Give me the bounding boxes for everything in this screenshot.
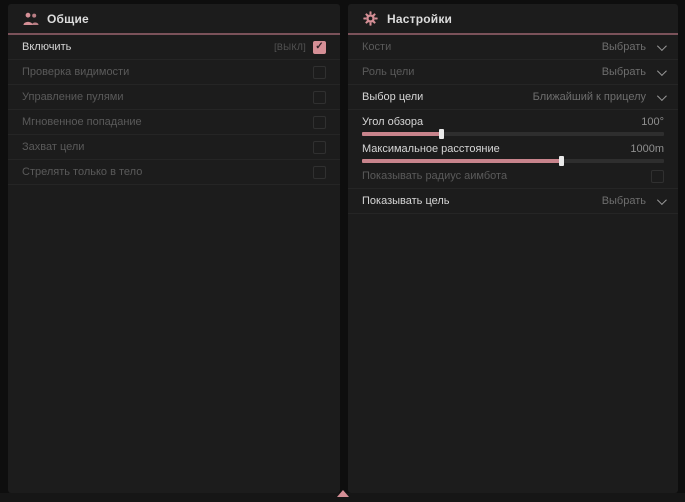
- fov-slider[interactable]: [362, 132, 664, 136]
- mod-menu: Общие Включить [ВЫКЛ] ✓ Проверка видимос…: [0, 0, 685, 502]
- instant-hit-checkbox[interactable]: [313, 116, 326, 129]
- row-target-select[interactable]: Выбор цели Ближайший к прицелу: [348, 85, 678, 110]
- check-icon: ✓: [315, 42, 323, 52]
- body-only-checkbox[interactable]: [313, 166, 326, 179]
- target-role-select-value[interactable]: Выбрать: [602, 66, 646, 78]
- row-max-distance: Максимальное расстояние 1000m: [348, 137, 678, 164]
- chevron-down-icon[interactable]: [657, 195, 667, 205]
- max-distance-value: 1000m: [630, 143, 664, 155]
- row-visibility-check[interactable]: Проверка видимости: [8, 60, 340, 85]
- visibility-check-checkbox[interactable]: [313, 66, 326, 79]
- row-fov-label: Угол обзора: [362, 116, 423, 128]
- fov-slider-thumb[interactable]: [439, 129, 444, 139]
- row-max-distance-label: Максимальное расстояние: [362, 143, 500, 155]
- row-bullet-control-label: Управление пулями: [22, 91, 124, 103]
- target-select-value[interactable]: Ближайший к прицелу: [533, 91, 646, 103]
- show-radius-checkbox[interactable]: [651, 170, 664, 183]
- max-distance-slider-thumb[interactable]: [559, 156, 564, 166]
- panel-general-title: Общие: [47, 12, 89, 26]
- users-icon: [22, 11, 39, 26]
- row-fov: Угол обзора 100°: [348, 110, 678, 137]
- row-target-lock[interactable]: Захват цели: [8, 135, 340, 160]
- panel-general: Общие Включить [ВЫКЛ] ✓ Проверка видимос…: [8, 4, 340, 493]
- chevron-up-icon[interactable]: [337, 490, 349, 497]
- panel-settings-title: Настройки: [387, 12, 452, 26]
- max-distance-slider-fill: [362, 159, 561, 163]
- settings-rows: Кости Выбрать Роль цели Выбрать Выбор це…: [348, 35, 678, 214]
- row-target-lock-label: Захват цели: [22, 141, 84, 153]
- row-target-role[interactable]: Роль цели Выбрать: [348, 60, 678, 85]
- row-enable[interactable]: Включить [ВЫКЛ] ✓: [8, 35, 340, 60]
- row-show-target-label: Показывать цель: [362, 195, 450, 207]
- row-target-role-label: Роль цели: [362, 66, 414, 78]
- fov-value: 100°: [641, 116, 664, 128]
- row-bones-label: Кости: [362, 41, 391, 53]
- gear-icon: [362, 11, 379, 26]
- bones-select-value[interactable]: Выбрать: [602, 41, 646, 53]
- fov-slider-fill: [362, 132, 441, 136]
- chevron-down-icon[interactable]: [657, 66, 667, 76]
- panel-settings-header: Настройки: [348, 4, 678, 35]
- bullet-control-checkbox[interactable]: [313, 91, 326, 104]
- chevron-down-icon[interactable]: [657, 41, 667, 51]
- enable-checkbox[interactable]: ✓: [313, 41, 326, 54]
- target-lock-checkbox[interactable]: [313, 141, 326, 154]
- row-bullet-control[interactable]: Управление пулями: [8, 85, 340, 110]
- panel-settings: Настройки Кости Выбрать Роль цели Выбрат…: [348, 4, 678, 493]
- row-bones[interactable]: Кости Выбрать: [348, 35, 678, 60]
- panel-general-header: Общие: [8, 4, 340, 35]
- row-instant-hit-label: Мгновенное попадание: [22, 116, 142, 128]
- row-show-radius[interactable]: Показывать радиус аимбота: [348, 164, 678, 189]
- show-target-select-value[interactable]: Выбрать: [602, 195, 646, 207]
- row-body-only-label: Стрелять только в тело: [22, 166, 142, 178]
- chevron-down-icon[interactable]: [657, 91, 667, 101]
- row-body-only[interactable]: Стрелять только в тело: [8, 160, 340, 185]
- row-target-select-label: Выбор цели: [362, 91, 423, 103]
- row-show-target[interactable]: Показывать цель Выбрать: [348, 189, 678, 214]
- row-enable-keybind: [ВЫКЛ]: [274, 42, 306, 52]
- general-rows: Включить [ВЫКЛ] ✓ Проверка видимости Упр…: [8, 35, 340, 185]
- row-instant-hit[interactable]: Мгновенное попадание: [8, 110, 340, 135]
- row-show-radius-label: Показывать радиус аимбота: [362, 170, 507, 182]
- row-enable-label: Включить: [22, 41, 71, 53]
- row-visibility-check-label: Проверка видимости: [22, 66, 129, 78]
- max-distance-slider[interactable]: [362, 159, 664, 163]
